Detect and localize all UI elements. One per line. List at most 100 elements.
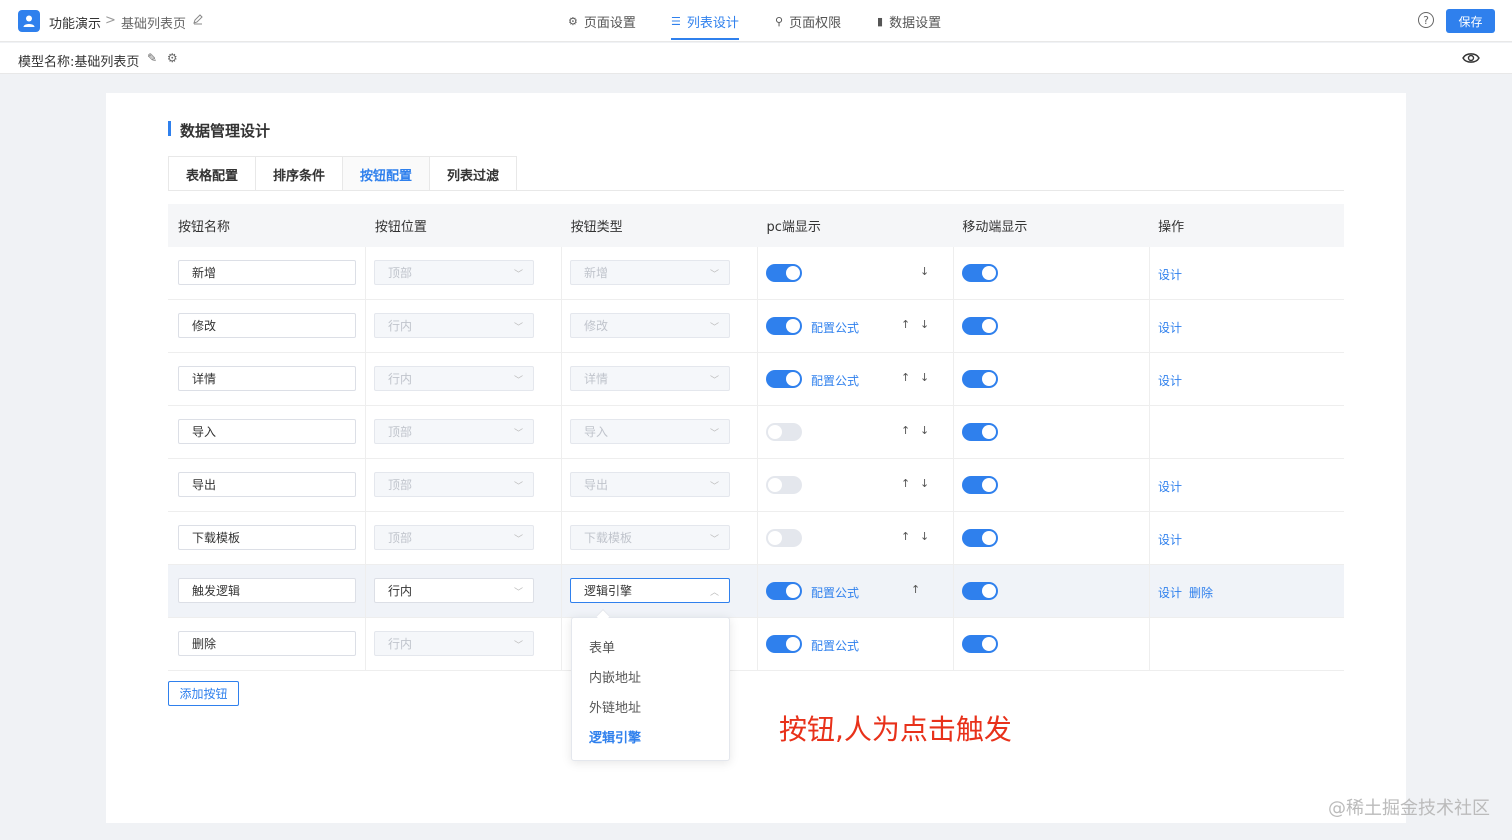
column-divider (561, 459, 562, 512)
button-name-input[interactable]: 新增 (178, 260, 356, 285)
eye-icon[interactable] (1462, 51, 1480, 68)
button-position-select[interactable]: 顶部 ﹀ (374, 525, 534, 550)
tab-list-filter[interactable]: 列表过滤 (430, 157, 516, 191)
button-type-select[interactable]: 详情 ﹀ (570, 366, 730, 391)
chevron-down-icon: ﹀ (513, 482, 523, 492)
help-icon[interactable]: ? (1418, 12, 1434, 28)
breadcrumb-app[interactable]: 功能演示 (49, 13, 101, 32)
column-divider (757, 512, 758, 565)
button-type-select[interactable]: 修改 ﹀ (570, 313, 730, 338)
arrow-down-icon[interactable]: ↓ (920, 477, 929, 490)
configure-formula-link[interactable]: 配置公式 (811, 372, 859, 389)
pc-display-toggle[interactable] (766, 423, 802, 441)
edit-icon[interactable] (192, 13, 204, 28)
design-link[interactable]: 设计 (1158, 478, 1182, 495)
design-link[interactable]: 设计 (1158, 372, 1182, 389)
button-name-input[interactable]: 下载模板 (178, 525, 356, 550)
arrow-up-icon[interactable]: ↑ (901, 371, 910, 384)
header-mobile-display: 移动端显示 (962, 220, 1028, 235)
button-position-select[interactable]: 顶部 ﹀ (374, 419, 534, 444)
design-link[interactable]: 设计 (1158, 319, 1182, 336)
arrow-down-icon[interactable]: ↓ (920, 371, 929, 384)
app-logo[interactable] (18, 10, 40, 32)
pc-display-toggle[interactable] (766, 370, 802, 388)
button-type-select[interactable]: 下载模板 ﹀ (570, 525, 730, 550)
save-button[interactable]: 保存 (1446, 9, 1495, 33)
column-divider (561, 512, 562, 565)
configure-formula-link[interactable]: 配置公式 (811, 319, 859, 336)
configure-formula-link[interactable]: 配置公式 (811, 584, 859, 601)
tab-page-permissions[interactable]: ⚲ 页面权限 (775, 0, 841, 42)
button-name-input[interactable]: 触发逻辑 (178, 578, 356, 603)
arrow-down-icon[interactable]: ↓ (920, 530, 929, 543)
column-divider (953, 300, 954, 353)
select-value: 新增 (584, 266, 609, 280)
mobile-display-toggle[interactable] (962, 317, 998, 335)
dropdown-option-external-url[interactable]: 外链地址 (589, 697, 641, 716)
arrow-down-icon[interactable]: ↓ (920, 424, 929, 437)
mobile-display-toggle[interactable] (962, 423, 998, 441)
pc-display-toggle[interactable] (766, 529, 802, 547)
edit-icon[interactable]: ✎ (147, 51, 157, 65)
pc-display-toggle[interactable] (766, 635, 802, 653)
design-link[interactable]: 设计 (1158, 531, 1182, 548)
tab-sort-conditions[interactable]: 排序条件 (256, 157, 344, 191)
dropdown-option-form[interactable]: 表单 (589, 637, 615, 656)
column-divider (757, 300, 758, 353)
column-divider (953, 512, 954, 565)
tab-button-config[interactable]: 按钮配置 (343, 157, 431, 191)
button-position-select[interactable]: 行内 ﹀ (374, 366, 534, 391)
mobile-display-toggle[interactable] (962, 264, 998, 282)
pc-display-toggle[interactable] (766, 317, 802, 335)
arrow-up-icon[interactable]: ↑ (901, 477, 910, 490)
dropdown-option-logic-engine[interactable]: 逻辑引擎 (589, 727, 641, 746)
tab-data-settings[interactable]: ▮ 数据设置 (877, 0, 941, 42)
button-position-select[interactable]: 行内 ﹀ (374, 313, 534, 338)
button-type-select[interactable]: 新增 ﹀ (570, 260, 730, 285)
pc-display-toggle[interactable] (766, 476, 802, 494)
button-name-input[interactable]: 详情 (178, 366, 356, 391)
arrow-up-icon[interactable]: ↑ (901, 530, 910, 543)
table-row: 删除 行内 ﹀ 配置公式 (168, 618, 1344, 671)
button-type-select[interactable]: 导入 ﹀ (570, 419, 730, 444)
design-link[interactable]: 设计 (1158, 584, 1182, 601)
add-button[interactable]: 添加按钮 (168, 681, 239, 706)
list-icon: ☰ (671, 14, 681, 28)
tab-table-config[interactable]: 表格配置 (169, 157, 257, 191)
pc-display-toggle[interactable] (766, 582, 802, 600)
lock-icon: ⚲ (775, 14, 784, 28)
button-position-select[interactable]: 行内 ﹀ (374, 578, 534, 603)
button-position-select[interactable]: 顶部 ﹀ (374, 260, 534, 285)
button-name-input[interactable]: 删除 (178, 631, 356, 656)
mobile-display-toggle[interactable] (962, 529, 998, 547)
arrow-up-icon[interactable]: ↑ (901, 424, 910, 437)
arrow-up-icon[interactable]: ↑ (911, 583, 920, 596)
mobile-display-toggle[interactable] (962, 370, 998, 388)
button-type-select[interactable]: 导出 ﹀ (570, 472, 730, 497)
dropdown-option-embedded-url[interactable]: 内嵌地址 (589, 667, 641, 686)
tab-list-design[interactable]: ☰ 列表设计 (671, 0, 739, 42)
column-divider (757, 247, 758, 300)
arrow-down-icon[interactable]: ↓ (920, 318, 929, 331)
configure-formula-link[interactable]: 配置公式 (811, 637, 859, 654)
button-name-input[interactable]: 导出 (178, 472, 356, 497)
pc-display-toggle[interactable] (766, 264, 802, 282)
delete-link[interactable]: 删除 (1189, 584, 1213, 601)
column-divider (1149, 353, 1150, 406)
button-position-select[interactable]: 顶部 ﹀ (374, 472, 534, 497)
button-position-select[interactable]: 行内 ﹀ (374, 631, 534, 656)
mobile-display-toggle[interactable] (962, 476, 998, 494)
button-name-input[interactable]: 导入 (178, 419, 356, 444)
tab-page-settings[interactable]: ⚙ 页面设置 (568, 0, 636, 42)
button-type-select[interactable]: 逻辑引擎 ︿ (570, 578, 730, 603)
column-divider (1149, 459, 1150, 512)
design-link[interactable]: 设计 (1158, 266, 1182, 283)
arrow-down-icon[interactable]: ↓ (920, 265, 929, 278)
gear-icon[interactable]: ⚙ (167, 51, 178, 65)
select-value: 顶部 (388, 266, 413, 280)
mobile-display-toggle[interactable] (962, 582, 998, 600)
column-divider (1149, 247, 1150, 300)
mobile-display-toggle[interactable] (962, 635, 998, 653)
arrow-up-icon[interactable]: ↑ (901, 318, 910, 331)
button-name-input[interactable]: 修改 (178, 313, 356, 338)
